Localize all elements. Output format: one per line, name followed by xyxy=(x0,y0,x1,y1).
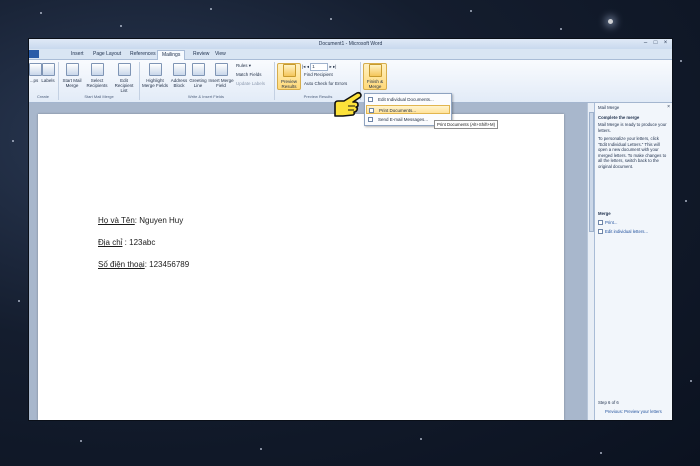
tab-page-layout[interactable]: Page Layout xyxy=(89,50,125,58)
title-bar: Document1 - Microsoft Word – □ × xyxy=(29,39,672,49)
window-title: Document1 - Microsoft Word xyxy=(318,41,383,47)
pane-heading: Complete the merge xyxy=(598,115,640,120)
edit-recipient-list-icon xyxy=(117,63,131,76)
tab-insert[interactable]: Insert xyxy=(67,50,88,58)
pane-close-icon[interactable]: × xyxy=(667,104,670,110)
select-recipients-icon xyxy=(90,63,104,76)
ribbon-tabs: Insert Page Layout References Mailings R… xyxy=(29,49,672,60)
finish-merge-icon xyxy=(368,64,382,77)
highlight-merge-fields-icon xyxy=(148,63,162,76)
field-phone: Số điện thoại: 123456789 xyxy=(98,260,190,269)
mail-merge-pane: Mail Merge × Complete the merge Mail Mer… xyxy=(594,103,672,420)
tab-references[interactable]: References xyxy=(126,50,160,58)
maximize-icon[interactable]: □ xyxy=(651,40,660,47)
greeting-line-icon xyxy=(191,63,205,76)
tab-mailings[interactable]: Mailings xyxy=(157,50,186,60)
group-label-create: Create xyxy=(36,94,49,99)
group-label-start-mail-merge: Start Mail Merge xyxy=(84,94,114,99)
document-page[interactable]: Họ và Tên: Nguyen Huy Địa chỉ : 123abc S… xyxy=(38,114,564,420)
menu-item-edit-individual-documents[interactable]: Edit Individual Documents... xyxy=(366,95,450,104)
tab-review[interactable]: Review xyxy=(189,50,213,58)
finish-merge-button[interactable]: Finish & Merge xyxy=(363,63,387,90)
pane-instructions: To personalize your letters, click "Edit… xyxy=(598,136,667,169)
email-icon xyxy=(368,117,373,122)
select-recipients-button[interactable]: Select Recipients xyxy=(85,63,109,88)
highlight-merge-fields-button[interactable]: Highlight Merge Fields xyxy=(141,63,169,88)
pane-title: Mail Merge xyxy=(598,105,620,110)
address-block-icon xyxy=(172,63,186,76)
edit-recipient-list-button[interactable]: Edit Recipient List xyxy=(111,63,137,93)
match-fields-button[interactable]: Match Fields xyxy=(236,72,262,78)
print-icon xyxy=(598,220,603,225)
word-window: Document1 - Microsoft Word – □ × Insert … xyxy=(29,39,672,420)
preview-results-button[interactable]: Preview Results xyxy=(277,63,301,90)
hand-pointer-icon xyxy=(331,89,365,124)
previous-step-link[interactable]: Previous: Preview your letters xyxy=(605,409,662,414)
field-address: Địa chỉ : 123abc xyxy=(98,238,156,247)
last-record-icon[interactable]: ▸| xyxy=(333,64,336,69)
edit-letters-link[interactable]: Edit individual letters... xyxy=(605,229,648,234)
record-number-input[interactable]: 1 xyxy=(310,63,329,71)
find-recipient-button[interactable]: Find Recipient xyxy=(304,72,333,78)
pane-merge-heading: Merge xyxy=(598,211,611,216)
edit-documents-icon xyxy=(368,97,373,102)
print-link[interactable]: Print... xyxy=(605,220,617,225)
start-mail-merge-icon xyxy=(65,63,79,76)
pane-intro: Mail Merge is ready to produce your lett… xyxy=(598,122,667,133)
update-labels-button[interactable]: Update Labels xyxy=(236,81,265,87)
print-documents-icon xyxy=(369,108,374,113)
start-mail-merge-button[interactable]: Start Mail Merge xyxy=(61,63,83,88)
insert-merge-field-button[interactable]: Insert Merge Field xyxy=(208,63,234,88)
record-navigation: |◂ ◂ 1 ▸ ▸| xyxy=(302,63,336,71)
tab-view[interactable]: View xyxy=(211,50,230,58)
field-full-name: Họ và Tên: Nguyen Huy xyxy=(98,216,184,225)
labels-button[interactable]: Labels xyxy=(41,63,55,83)
print-documents-tooltip: Print Documents (Alt+Shift+M) xyxy=(434,120,499,129)
bright-star xyxy=(608,19,613,24)
auto-check-errors-button[interactable]: Auto Check for Errors xyxy=(304,81,347,87)
menu-item-print-documents[interactable]: Print Documents... xyxy=(366,105,450,114)
greeting-line-button[interactable]: Greeting Line xyxy=(189,63,207,88)
insert-merge-field-icon xyxy=(214,63,228,76)
address-block-button[interactable]: Address Block xyxy=(170,63,188,88)
previous-record-icon[interactable]: ◂ xyxy=(307,64,309,69)
preview-results-icon xyxy=(282,64,296,77)
minimize-icon[interactable]: – xyxy=(641,40,650,47)
group-label-write-insert: Write & Insert Fields xyxy=(188,94,224,99)
labels-icon xyxy=(41,63,55,76)
first-record-icon[interactable]: |◂ xyxy=(302,64,305,69)
rules-button[interactable]: Rules ▾ xyxy=(236,63,251,69)
close-icon[interactable]: × xyxy=(661,40,670,47)
envelopes-button[interactable]: ...ps xyxy=(29,63,42,83)
edit-letters-icon xyxy=(598,229,603,234)
pane-step: Step 6 of 6 xyxy=(598,400,619,405)
next-record-icon[interactable]: ▸ xyxy=(330,64,332,69)
tab-file[interactable] xyxy=(29,50,39,58)
